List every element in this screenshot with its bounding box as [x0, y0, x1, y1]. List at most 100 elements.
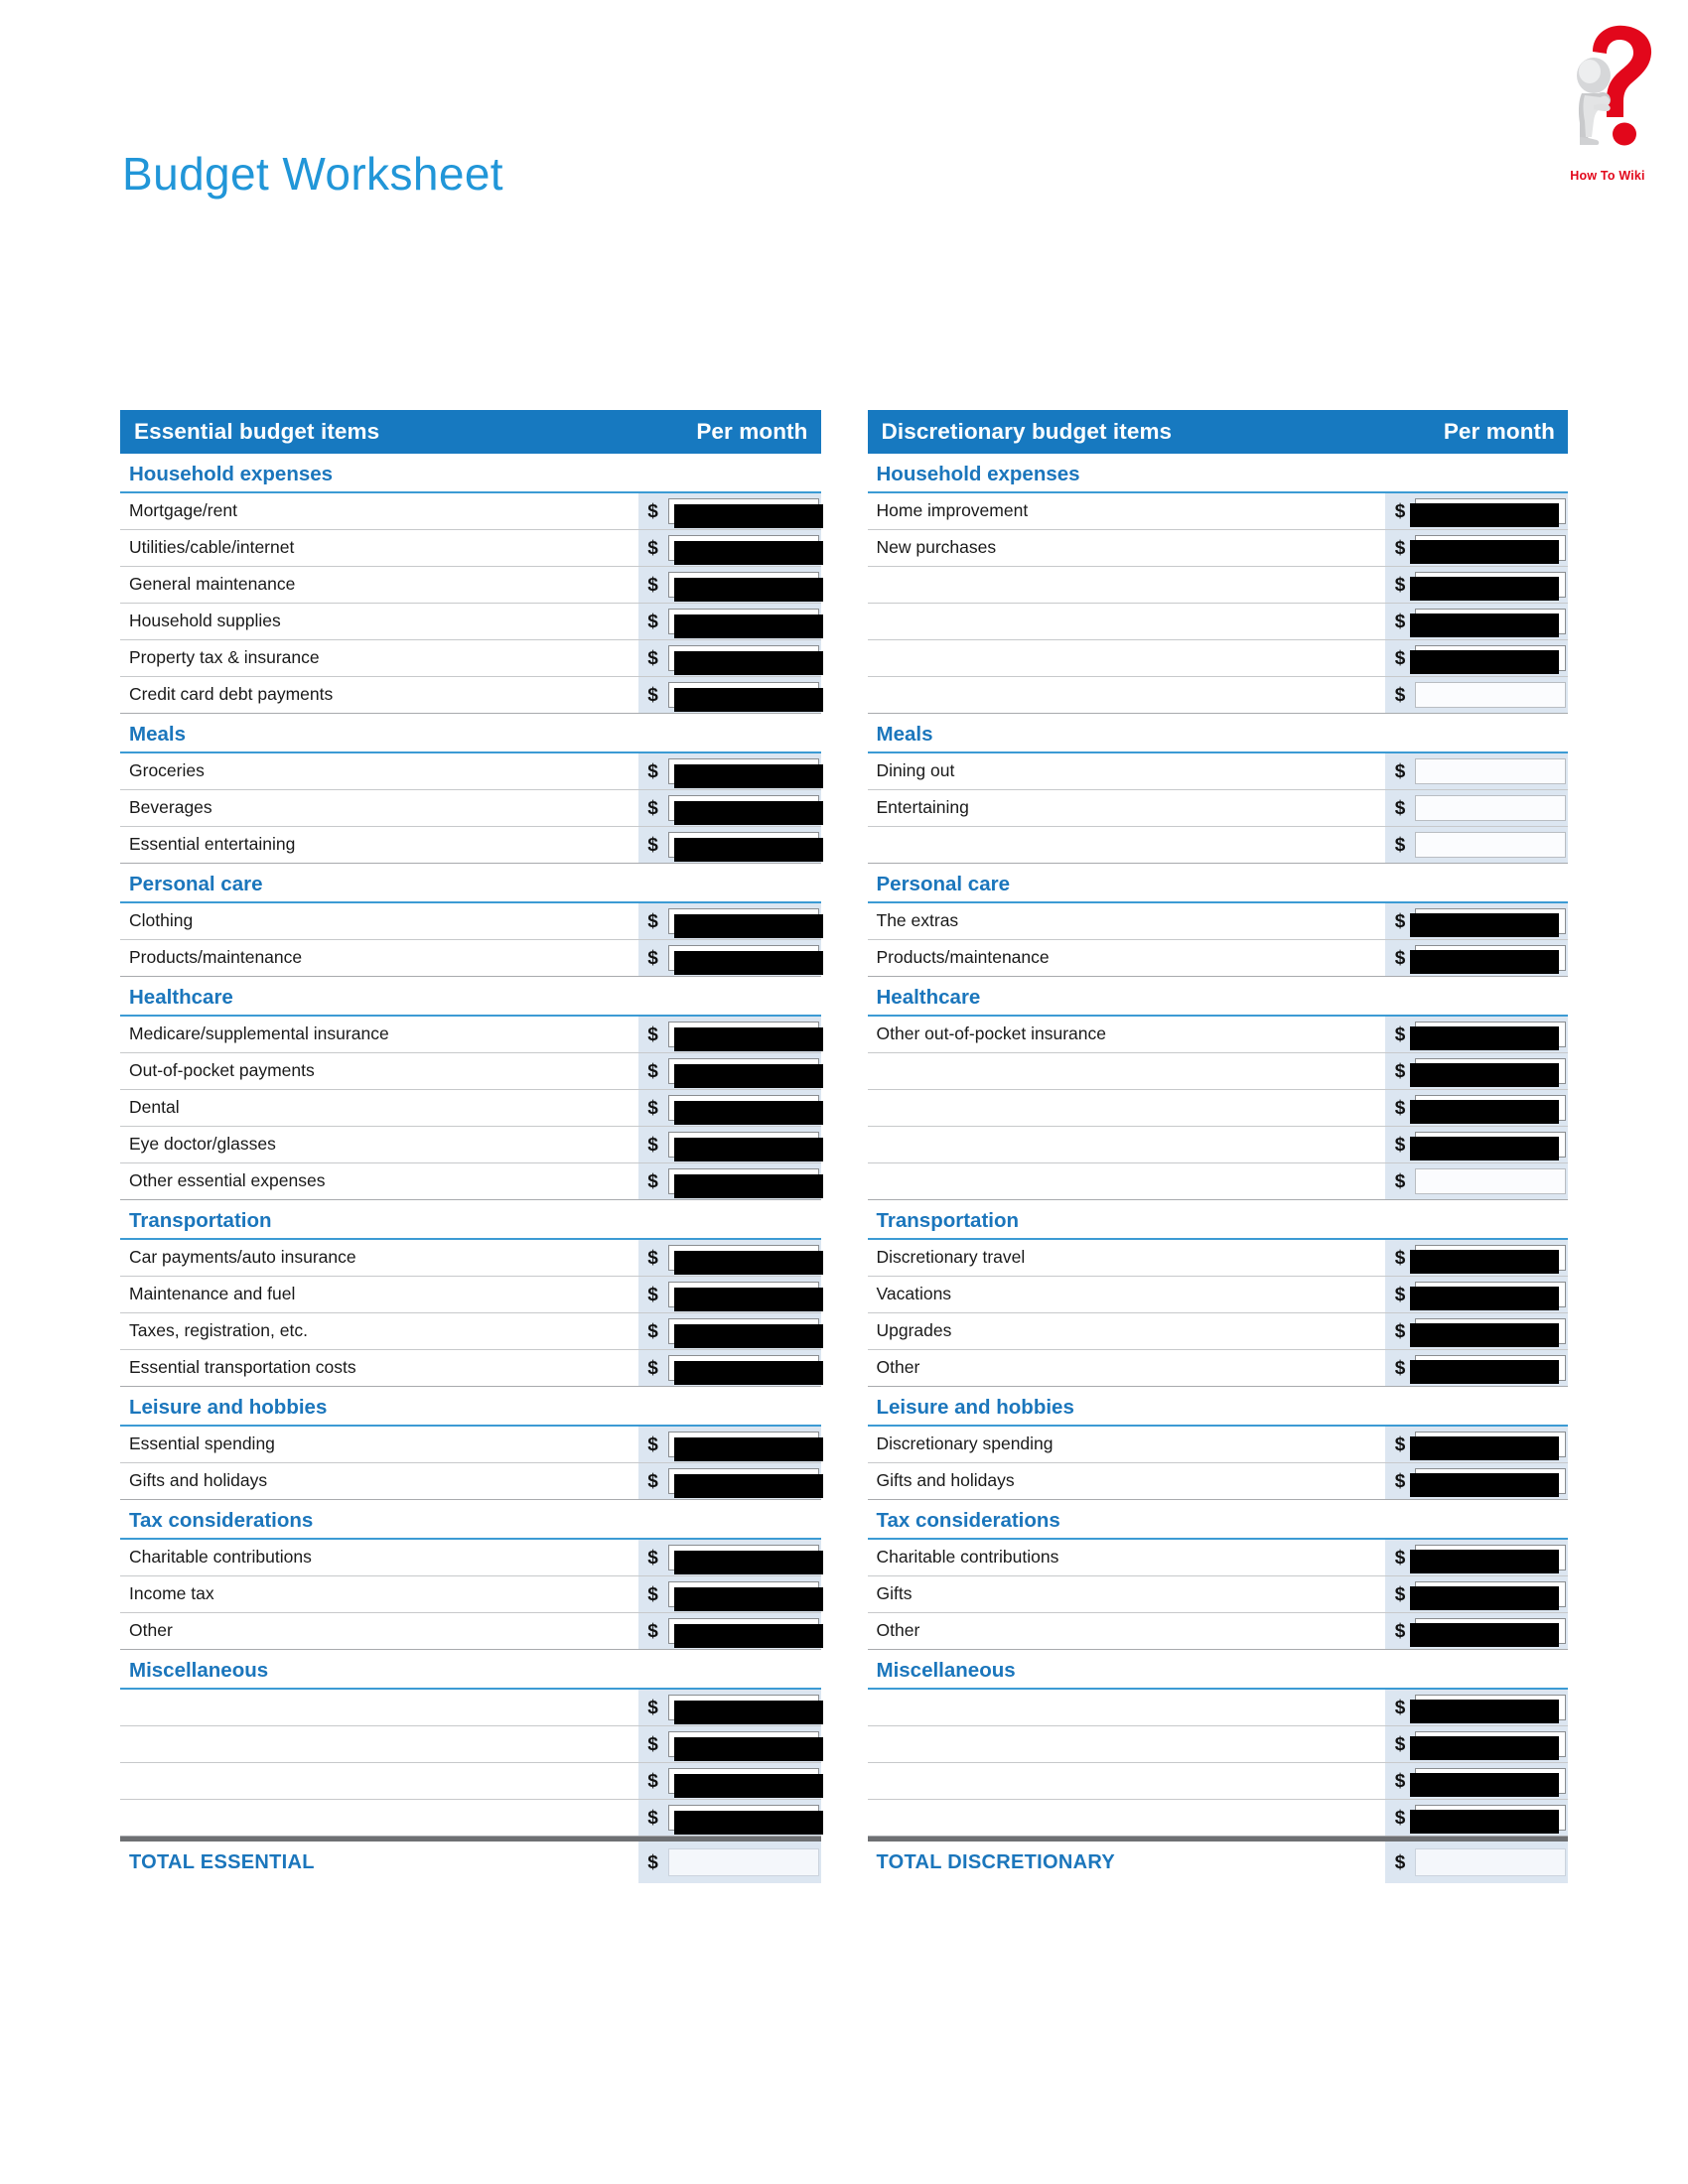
amount-input[interactable]: [1415, 795, 1566, 821]
dollar-sign: $: [647, 1284, 658, 1305]
section-header: Leisure and hobbies: [120, 1387, 821, 1427]
amount-input[interactable]: [1410, 1245, 1566, 1274]
amount-input[interactable]: [667, 645, 823, 675]
budget-row: Gifts and holidays $: [867, 1463, 1568, 1500]
amount-input[interactable]: [667, 609, 823, 638]
amount-input[interactable]: [1410, 1132, 1566, 1160]
amount-input[interactable]: [667, 832, 823, 862]
budget-row-money-cell: $: [637, 1240, 823, 1276]
budget-row: $: [867, 1800, 1568, 1837]
budget-row: General maintenance $: [120, 567, 823, 604]
amount-input[interactable]: [1410, 1581, 1566, 1610]
amount-input[interactable]: [667, 1432, 823, 1461]
budget-row: Beverages $: [120, 790, 823, 827]
amount-input[interactable]: [667, 1022, 823, 1051]
amount-input[interactable]: [667, 1618, 823, 1648]
amount-input[interactable]: [1415, 682, 1566, 708]
budget-row: Entertaining $: [867, 790, 1568, 827]
amount-input[interactable]: [1415, 832, 1566, 858]
dollar-sign: $: [647, 1770, 658, 1792]
amount-input[interactable]: [1410, 1768, 1566, 1797]
amount-input[interactable]: [667, 758, 823, 788]
amount-input[interactable]: [667, 795, 823, 825]
amount-input[interactable]: [667, 1132, 823, 1161]
amount-input[interactable]: [667, 1282, 823, 1311]
amount-input[interactable]: [1410, 1022, 1566, 1050]
budget-row-label: Home improvement: [876, 500, 1029, 521]
amount-input[interactable]: [1410, 1355, 1566, 1384]
budget-row: Gifts and holidays $: [120, 1463, 823, 1500]
amount-input[interactable]: [1410, 498, 1566, 527]
amount-input[interactable]: [667, 1768, 823, 1798]
amount-input[interactable]: [1410, 945, 1566, 974]
amount-input[interactable]: [667, 1581, 823, 1611]
amount-input[interactable]: [667, 1468, 823, 1498]
amount-input[interactable]: [667, 535, 823, 565]
amount-input[interactable]: [1410, 645, 1566, 674]
amount-input[interactable]: [1415, 758, 1566, 784]
budget-row-label: [120, 1763, 638, 1799]
section-header: Transportation: [120, 1200, 821, 1240]
budget-row-money-cell: $: [637, 567, 823, 603]
amount-input[interactable]: [1410, 1058, 1566, 1087]
amount-input[interactable]: [667, 498, 823, 528]
budget-row: Home improvement $: [867, 493, 1568, 530]
budget-row: Other essential expenses $: [120, 1163, 823, 1200]
amount-input[interactable]: [667, 1168, 823, 1198]
amount-input[interactable]: [1410, 1095, 1566, 1124]
amount-input[interactable]: [667, 908, 823, 938]
amount-input[interactable]: [667, 945, 823, 975]
amount-input[interactable]: [1410, 572, 1566, 601]
budget-row-money-cell: $: [1385, 1313, 1568, 1349]
dollar-sign: $: [647, 1024, 658, 1045]
total-discretionary-input[interactable]: [1415, 1848, 1566, 1876]
amount-input[interactable]: [1410, 1805, 1566, 1834]
budget-row-money-cell: $: [637, 1277, 823, 1312]
budget-row-money-cell: $: [1385, 1163, 1568, 1199]
budget-row-label: Maintenance and fuel: [129, 1284, 296, 1304]
amount-input[interactable]: [1410, 1695, 1566, 1723]
amount-input[interactable]: [1410, 1318, 1566, 1347]
amount-input[interactable]: [667, 1805, 823, 1835]
budget-row-money-cell: $: [1385, 903, 1568, 939]
budget-row: Other $: [120, 1613, 823, 1650]
amount-input[interactable]: [1410, 1432, 1566, 1460]
amount-input[interactable]: [1410, 535, 1566, 564]
budget-row-label: Products/maintenance: [129, 947, 303, 968]
amount-input[interactable]: [1410, 908, 1566, 937]
amount-input[interactable]: [667, 1095, 823, 1125]
budget-row-money-cell: $: [1385, 1726, 1568, 1762]
amount-input[interactable]: [667, 1545, 823, 1574]
section-header: Leisure and hobbies: [867, 1387, 1568, 1427]
section-header: Healthcare: [120, 977, 821, 1017]
amount-input[interactable]: [667, 1355, 823, 1385]
dollar-sign: $: [647, 1170, 658, 1192]
budget-row-label: [868, 1090, 1386, 1126]
amount-input[interactable]: [667, 1058, 823, 1088]
budget-row-label: [120, 1690, 638, 1725]
amount-input[interactable]: [667, 1245, 823, 1275]
total-essential-input[interactable]: [667, 1848, 819, 1876]
amount-input[interactable]: [1410, 1731, 1566, 1760]
budget-row-money-cell: $: [1385, 1127, 1568, 1162]
budget-row-money-cell: $: [1385, 1090, 1568, 1126]
budget-row: Property tax & insurance $: [120, 640, 823, 677]
amount-input[interactable]: [667, 1695, 823, 1724]
budget-row: $: [867, 604, 1568, 640]
amount-input[interactable]: [1410, 609, 1566, 637]
budget-row-label: Charitable contributions: [129, 1547, 312, 1568]
dollar-sign: $: [647, 797, 658, 819]
amount-input[interactable]: [667, 682, 823, 712]
page-title: Budget Worksheet: [122, 148, 503, 200]
amount-input[interactable]: [1410, 1468, 1566, 1497]
budget-row-money-cell: $: [637, 790, 823, 826]
budget-row-money-cell: $: [637, 604, 823, 639]
amount-input[interactable]: [1410, 1545, 1566, 1573]
amount-input[interactable]: [667, 572, 823, 602]
amount-input[interactable]: [1410, 1618, 1566, 1647]
budget-row-label: [120, 1726, 638, 1762]
amount-input[interactable]: [1415, 1168, 1566, 1194]
amount-input[interactable]: [667, 1731, 823, 1761]
amount-input[interactable]: [1410, 1282, 1566, 1310]
amount-input[interactable]: [667, 1318, 823, 1348]
